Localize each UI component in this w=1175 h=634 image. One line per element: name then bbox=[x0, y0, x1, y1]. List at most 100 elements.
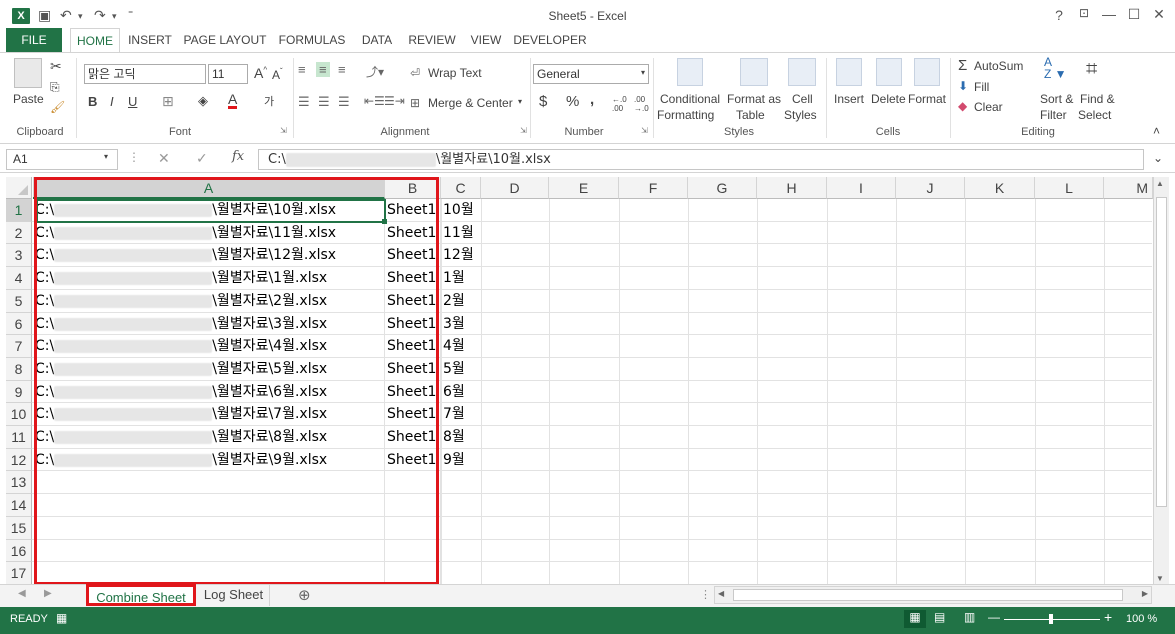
format-as-table-icon[interactable] bbox=[740, 58, 768, 86]
insert-cells-icon[interactable] bbox=[836, 58, 862, 86]
middle-align-icon[interactable]: ≡ bbox=[316, 62, 330, 77]
column-header-e[interactable]: E bbox=[549, 177, 619, 199]
sheet-tab-log-sheet[interactable]: Log Sheet bbox=[198, 584, 270, 606]
clear-icon[interactable]: ◆ bbox=[958, 99, 967, 113]
column-header-j[interactable]: J bbox=[896, 177, 965, 199]
expand-formula-bar-icon[interactable]: ⌄ bbox=[1153, 151, 1163, 165]
zoom-slider-thumb[interactable] bbox=[1049, 614, 1053, 624]
cell-c[interactable]: 1월 bbox=[441, 267, 481, 290]
column-header-l[interactable]: L bbox=[1035, 177, 1104, 199]
scroll-up-icon[interactable]: ▲ bbox=[1156, 179, 1164, 188]
font-name-select[interactable]: 맑은 고딕 bbox=[84, 64, 206, 84]
align-right-icon[interactable]: ☰ bbox=[338, 94, 350, 110]
cell-styles-button[interactable]: Cell bbox=[792, 92, 813, 106]
maximize-button[interactable]: ☐ bbox=[1123, 6, 1145, 23]
decrease-indent-icon[interactable]: ⇤☰ bbox=[364, 94, 385, 108]
number-format-dropdown-icon[interactable]: ▾ bbox=[641, 68, 645, 77]
row-header[interactable]: 10 bbox=[6, 403, 32, 426]
tab-home[interactable]: HOME bbox=[70, 28, 120, 52]
normal-view-icon[interactable]: ▦ bbox=[904, 610, 926, 628]
scroll-down-icon[interactable]: ▼ bbox=[1156, 574, 1164, 583]
cell-c[interactable]: 9월 bbox=[441, 449, 481, 471]
tab-file[interactable]: FILE bbox=[6, 28, 62, 52]
cell-c[interactable]: 8월 bbox=[441, 426, 481, 449]
row-header[interactable]: 3 bbox=[6, 244, 32, 267]
increase-indent-icon[interactable]: ☰⇥ bbox=[384, 94, 405, 108]
zoom-out-button[interactable]: — bbox=[988, 610, 1000, 624]
cell-c[interactable] bbox=[441, 562, 481, 585]
fill-color-icon[interactable]: ◈ bbox=[198, 93, 208, 109]
horizontal-scrollbar[interactable]: ◀ ▶ bbox=[714, 586, 1152, 604]
phonetic-guide-icon[interactable]: 가 bbox=[264, 93, 274, 109]
find-select-button[interactable]: Find & bbox=[1080, 92, 1115, 106]
vertical-scrollbar[interactable]: ▲ ▼ bbox=[1153, 177, 1169, 585]
formula-input[interactable]: C:\ \월별자료\10월.xlsx bbox=[258, 149, 1144, 170]
cell-c[interactable] bbox=[441, 517, 481, 540]
font-size-select[interactable]: 11 bbox=[208, 64, 248, 84]
insert-cells-button[interactable]: Insert bbox=[834, 92, 864, 106]
cell-c[interactable] bbox=[441, 540, 481, 562]
borders-icon[interactable]: ⊞ bbox=[162, 93, 174, 110]
row-header[interactable]: 2 bbox=[6, 222, 32, 244]
sort-filter-label-2[interactable]: Filter bbox=[1040, 108, 1067, 122]
font-color-icon[interactable]: A bbox=[228, 92, 238, 109]
row-header[interactable]: 4 bbox=[6, 267, 32, 290]
currency-format-button[interactable]: $ bbox=[539, 93, 547, 110]
cell-c[interactable]: 5월 bbox=[441, 358, 481, 381]
row-header[interactable]: 17 bbox=[6, 562, 32, 585]
tab-view[interactable]: VIEW bbox=[466, 28, 506, 52]
format-painter-icon[interactable]: 🖌 bbox=[50, 100, 65, 114]
paste-button[interactable]: Paste bbox=[13, 92, 44, 106]
row-header[interactable]: 15 bbox=[6, 517, 32, 540]
enter-entry-icon[interactable]: ✓ bbox=[196, 150, 208, 167]
merge-center-icon[interactable]: ⊞ bbox=[410, 96, 420, 110]
horizontal-scroll-thumb[interactable] bbox=[733, 589, 1123, 601]
tab-data[interactable]: DATA bbox=[356, 28, 398, 52]
scroll-left-icon[interactable]: ◀ bbox=[718, 589, 724, 598]
column-header-c[interactable]: C bbox=[441, 177, 481, 199]
insert-function-icon[interactable]: fx bbox=[232, 149, 244, 164]
ribbon-display-options-button[interactable]: ⊡ bbox=[1073, 6, 1095, 20]
number-format-select[interactable]: General bbox=[533, 64, 649, 84]
help-button[interactable]: ? bbox=[1048, 7, 1070, 23]
clear-button[interactable]: Clear bbox=[974, 100, 1003, 114]
minimize-button[interactable]: — bbox=[1098, 6, 1120, 22]
italic-button[interactable]: I bbox=[110, 94, 114, 109]
scroll-sheets-left-icon[interactable]: ◀ bbox=[18, 588, 26, 599]
select-all-corner[interactable] bbox=[6, 177, 32, 199]
column-header-k[interactable]: K bbox=[965, 177, 1035, 199]
cell-c[interactable]: 3월 bbox=[441, 313, 481, 335]
tab-formulas[interactable]: FORMULAS bbox=[274, 28, 350, 52]
comma-style-button[interactable]: , bbox=[590, 91, 594, 108]
decrease-decimal-button[interactable]: .00 →.0 bbox=[634, 95, 654, 113]
center-icon[interactable]: ☰ bbox=[318, 94, 330, 110]
increase-decimal-button[interactable]: ←.0 .00 bbox=[612, 95, 632, 113]
column-header-g[interactable]: G bbox=[688, 177, 757, 199]
autosum-icon[interactable]: Σ bbox=[958, 57, 967, 74]
column-header-m[interactable]: M bbox=[1104, 177, 1153, 199]
conditional-formatting-button[interactable]: Conditional bbox=[660, 92, 720, 106]
underline-button[interactable]: U bbox=[128, 94, 137, 109]
delete-cells-button[interactable]: Delete bbox=[871, 92, 906, 106]
scroll-right-icon[interactable]: ▶ bbox=[1142, 589, 1148, 598]
format-cells-button[interactable]: Format bbox=[908, 92, 946, 106]
align-left-icon[interactable]: ☰ bbox=[298, 94, 310, 110]
conditional-formatting-label-2[interactable]: Formatting bbox=[657, 108, 714, 122]
cell-c[interactable]: 12월 bbox=[441, 244, 481, 267]
row-header[interactable]: 11 bbox=[6, 426, 32, 449]
orientation-icon[interactable]: ⤴▾ bbox=[366, 63, 384, 80]
wrap-text-icon[interactable]: ⏎ bbox=[410, 66, 420, 80]
macro-recording-icon[interactable]: ▦ bbox=[56, 611, 67, 625]
scroll-sheets-right-icon[interactable]: ▶ bbox=[44, 588, 52, 599]
fill-button[interactable]: Fill bbox=[974, 80, 989, 94]
cell-c[interactable]: 10월 bbox=[441, 199, 481, 222]
copy-icon[interactable]: ⎘ bbox=[50, 80, 60, 95]
row-header[interactable]: 14 bbox=[6, 494, 32, 517]
column-header-i[interactable]: I bbox=[827, 177, 896, 199]
close-button[interactable]: ✕ bbox=[1148, 6, 1170, 23]
top-align-icon[interactable]: ≡ bbox=[298, 62, 306, 77]
format-as-table-label-2[interactable]: Table bbox=[736, 108, 765, 122]
zoom-in-button[interactable]: + bbox=[1104, 609, 1112, 625]
new-sheet-button[interactable]: ⊕ bbox=[298, 586, 311, 604]
cell-c[interactable]: 11월 bbox=[441, 222, 481, 244]
